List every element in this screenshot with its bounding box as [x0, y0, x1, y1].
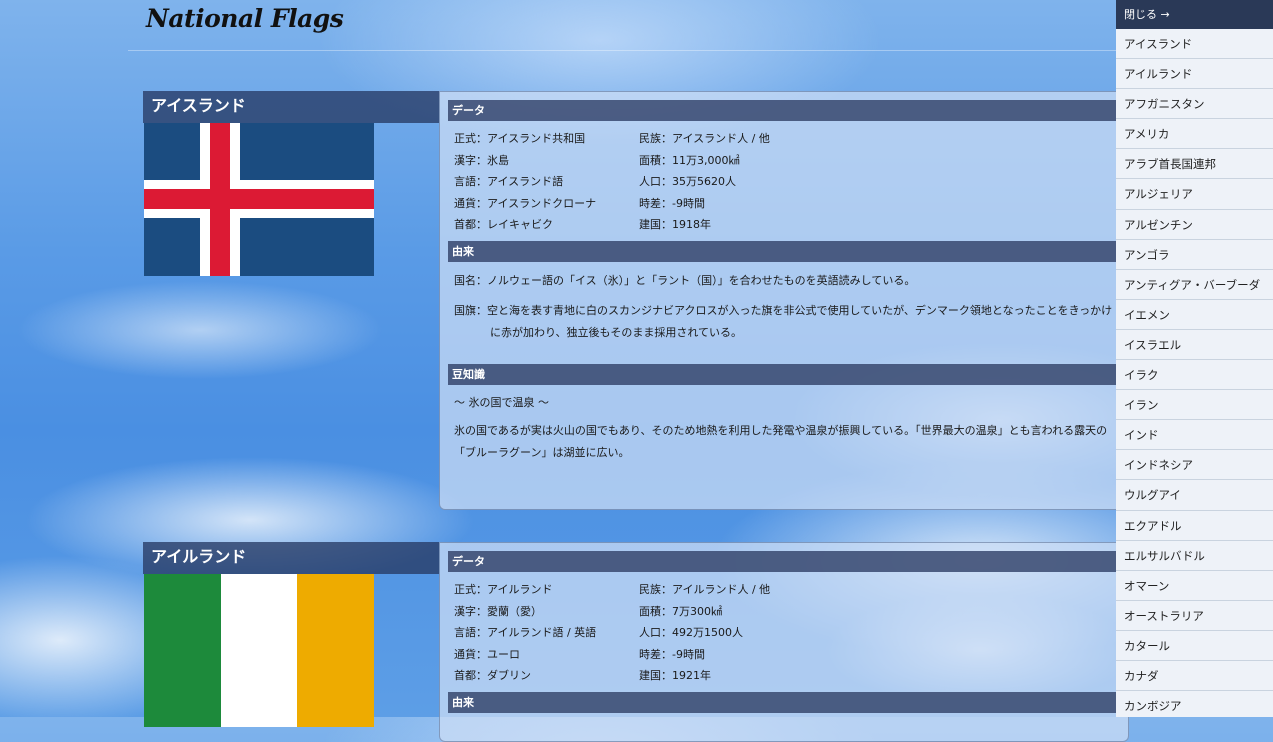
sidebar-item-australia[interactable]: オーストラリア — [1116, 600, 1273, 631]
sidebar-item-canada[interactable]: カナダ — [1116, 660, 1273, 692]
data-heading: データ — [448, 551, 1128, 572]
sidebar-item-israel[interactable]: イスラエル — [1116, 329, 1273, 361]
fact-official-name: 正式：アイスランド共和国 — [454, 132, 586, 145]
sidebar-item-ireland[interactable]: アイルランド — [1116, 59, 1273, 90]
trivia-body: 氷の国であるが実は火山の国でもあり、そのため地熱を利用した発電や温泉が振興してい… — [454, 423, 1108, 459]
trivia-heading: 豆知識 — [448, 363, 1128, 385]
fact-capital: 首都：レイキャビク — [454, 218, 553, 231]
country-name: アイスランド — [143, 91, 439, 123]
sidebar-item-angola[interactable]: アンゴラ — [1116, 239, 1273, 270]
origin-heading: 由来 — [448, 240, 1128, 262]
trivia-title: 〜 氷の国で温泉 〜 — [454, 395, 549, 409]
fact-currency: 通貨：ユーロ — [454, 647, 520, 661]
country-card-ireland: アイルランド データ 正式：アイルランド 漢字：愛蘭（愛） 言語：アイルランド語… — [143, 542, 1129, 742]
facts-table: 正式：アイスランド共和国 漢字：氷島 言語：アイスランド語 通貨：アイスランドク… — [440, 121, 1128, 239]
country-detail-panel: データ 正式：アイスランド共和国 漢字：氷島 言語：アイスランド語 通貨：アイス… — [439, 91, 1129, 510]
fact-currency: 通貨：アイスランドクローナ — [454, 196, 597, 210]
fact-population: 人口：492万1500人 — [639, 626, 743, 639]
sidebar-item-oman[interactable]: オマーン — [1116, 570, 1273, 601]
fact-time-diff: 時差：-9時間 — [639, 196, 705, 210]
sidebar-item-uae[interactable]: アラブ首長国連邦 — [1116, 149, 1273, 180]
sidebar-item-antigua-barbuda[interactable]: アンティグア・バーブーダ — [1116, 269, 1273, 300]
close-sidebar-button[interactable]: 閉じる → — [1116, 0, 1273, 29]
fact-time-diff: 時差：-9時間 — [639, 647, 705, 661]
sidebar-item-el-salvador[interactable]: エルサルバドル — [1116, 540, 1273, 571]
site-title: National Flags — [146, 4, 344, 33]
title-divider — [128, 50, 1118, 51]
sidebar-item-iraq[interactable]: イラク — [1116, 360, 1273, 391]
flag-ireland — [144, 574, 374, 727]
country-card-iceland: アイスランド データ 正式：アイスランド共和国 漢字：氷島 言語：アイスランド語… — [143, 91, 1129, 511]
country-name: アイルランド — [143, 542, 439, 574]
sidebar-item-india[interactable]: インド — [1116, 420, 1273, 451]
fact-area: 面積：11万3,000㎢ — [639, 153, 740, 167]
sidebar-item-usa[interactable]: アメリカ — [1116, 119, 1273, 150]
sidebar-item-algeria[interactable]: アルジェリア — [1116, 179, 1273, 210]
sidebar-item-afghanistan[interactable]: アフガニスタン — [1116, 89, 1273, 120]
sidebar-item-iceland[interactable]: アイスランド — [1116, 29, 1273, 60]
fact-language: 言語：アイスランド語 — [454, 175, 564, 188]
sidebar-item-iran[interactable]: イラン — [1116, 390, 1273, 421]
facts-table: 正式：アイルランド 漢字：愛蘭（愛） 言語：アイルランド語 / 英語 通貨：ユー… — [440, 572, 1128, 690]
data-heading: データ — [448, 100, 1128, 121]
fact-official-name: 正式：アイルランド — [454, 583, 553, 596]
origin-flag-text: 国旗：空と海を表す青地に白のスカンジナビアクロスが入った旗を非公式で使用していた… — [454, 303, 1113, 339]
sidebar-item-ecuador[interactable]: エクアドル — [1116, 510, 1273, 541]
sidebar-item-cambodia[interactable]: カンボジア — [1116, 691, 1273, 717]
sidebar-item-indonesia[interactable]: インドネシア — [1116, 450, 1273, 481]
sidebar-item-argentina[interactable]: アルゼンチン — [1116, 209, 1273, 240]
sidebar-item-yemen[interactable]: イエメン — [1116, 299, 1273, 330]
fact-founded: 建国：1921年 — [639, 669, 711, 682]
fact-founded: 建国：1918年 — [639, 218, 711, 231]
country-nav-sidebar: 閉じる → アイスランド アイルランド アフガニスタン アメリカ アラブ首長国連… — [1116, 0, 1273, 717]
fact-ethnicity: 民族：アイルランド人 / 他 — [639, 583, 771, 596]
fact-language: 言語：アイルランド語 / 英語 — [454, 626, 597, 639]
fact-ethnicity: 民族：アイスランド人 / 他 — [639, 132, 770, 145]
fact-capital: 首都：ダブリン — [454, 669, 531, 682]
sidebar-item-qatar[interactable]: カタール — [1116, 630, 1273, 661]
country-detail-panel: データ 正式：アイルランド 漢字：愛蘭（愛） 言語：アイルランド語 / 英語 通… — [439, 542, 1129, 742]
fact-population: 人口：35万5620人 — [639, 175, 736, 188]
flag-iceland — [144, 123, 374, 276]
fact-area: 面積：7万300㎢ — [639, 604, 722, 618]
fact-kanji: 漢字：愛蘭（愛） — [454, 604, 542, 618]
fact-kanji: 漢字：氷島 — [454, 153, 509, 167]
sidebar-item-uruguay[interactable]: ウルグアイ — [1116, 480, 1273, 511]
origin-name-text: 国名：ノルウェー語の「イス（氷）」と「ラント（国）」を合わせたものを英語読みして… — [454, 273, 916, 287]
origin-heading: 由来 — [448, 691, 1128, 713]
